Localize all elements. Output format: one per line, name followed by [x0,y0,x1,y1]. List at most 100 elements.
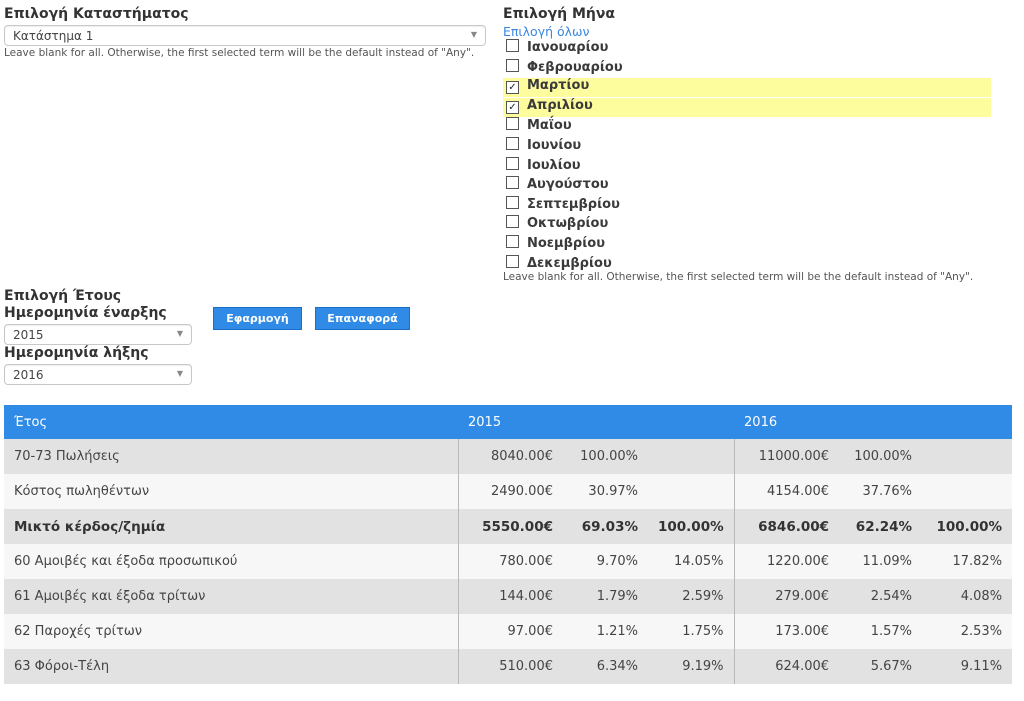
month-option-label: Μαρτίου [527,78,590,94]
month-option-label: Φεβρουαρίου [527,59,623,75]
pct-sales-2016: 2.54% [839,579,923,614]
end-date-label: Ημερομηνία λήξης [4,345,149,361]
month-option-label: Ιουλίου [527,157,581,173]
store-select[interactable]: Κατάστημα 1 ▼ [4,25,486,46]
table-row: 63 Φόροι-Τέλη 510.00€ 6.34% 9.19% 624.00€ 5.6… [4,649,1013,684]
checkbox-checked-icon[interactable]: ✓ [506,100,519,114]
month-option-label: Οκτωβρίου [527,216,609,232]
table-row: 60 Αμοιβές και έξοδα προσωπικού 780.00€ 9.… [4,544,1013,579]
month-option[interactable]: Νοεμβρίου [503,235,991,254]
row-label: 60 Αμοιβές και έξοδα προσωπικού [4,544,459,579]
checkbox-icon[interactable] [506,254,519,268]
amount-2015: 144.00€ [458,579,563,614]
pct-sales-2016: 37.76% [839,474,923,509]
month-label: Επιλογή Μήνα [503,6,615,22]
pct-sales-2016: 62.24% [839,509,923,544]
apply-button[interactable]: Εφαρμογή [213,307,302,330]
checkbox-icon[interactable] [506,58,519,72]
amount-2016: 11000.00€ [734,439,840,474]
select-all-link[interactable]: Επιλογή όλων [503,24,590,39]
col-header-2016: 2016 [734,405,1013,439]
pct-sales-2015: 100.00% [563,439,648,474]
month-option[interactable]: Οκτωβρίου [503,215,991,234]
amount-2016: 4154.00€ [734,474,840,509]
pct-margin-2015: 1.75% [648,614,735,649]
checkbox-icon[interactable] [506,39,519,52]
amount-2016: 624.00€ [734,649,840,684]
pct-margin-2016: 4.08% [922,579,1013,614]
pct-sales-2016: 11.09% [839,544,923,579]
pct-sales-2016: 5.67% [839,649,923,684]
start-year-value: 2015 [13,328,44,342]
month-option[interactable]: ✓ Μαρτίου [503,78,991,98]
month-option[interactable]: Ιουνίου [503,137,991,156]
checkbox-icon[interactable] [506,137,519,150]
amount-2016: 173.00€ [734,614,840,649]
amount-2016: 1220.00€ [734,544,840,579]
chevron-down-icon: ▼ [176,329,183,338]
checkbox-checked-icon[interactable]: ✓ [506,81,519,95]
pct-margin-2016 [922,439,1013,474]
chevron-down-icon: ▼ [470,30,477,39]
amount-2016: 279.00€ [734,579,840,614]
month-option[interactable]: Μαΐου [503,117,991,136]
col-header-year: Έτος [4,405,458,439]
row-label: 70-73 Πωλήσεις [4,439,459,474]
report-table: Έτος 2015 2016 70-73 Πωλήσεις 8040.00€ 100… [4,405,1013,684]
end-year-select[interactable]: 2016 ▼ [4,364,192,385]
pct-margin-2015: 100.00% [648,509,735,544]
store-hint: Leave blank for all. Otherwise, the firs… [4,47,475,59]
month-option-label: Απριλίου [527,97,593,113]
start-year-select[interactable]: 2015 ▼ [4,324,192,345]
pct-sales-2015: 69.03% [563,509,648,544]
pct-margin-2015 [648,474,735,509]
end-year-value: 2016 [13,368,44,382]
row-label: 62 Παροχές τρίτων [4,614,459,649]
month-option-label: Ιανουαρίου [527,40,609,55]
year-label: Επιλογή Έτους [4,288,122,304]
pct-margin-2015: 9.19% [648,649,735,684]
month-option-label: Μαΐου [527,118,572,134]
checkbox-icon[interactable] [506,156,519,170]
pct-sales-2015: 6.34% [563,649,648,684]
checkbox-icon[interactable] [506,235,519,248]
chevron-down-icon: ▼ [176,369,183,378]
row-label: Μικτό κέρδος/ζημία [4,509,459,544]
store-select-value: Κατάστημα 1 [13,29,94,43]
pct-margin-2016: 2.53% [922,614,1013,649]
month-option-label: Αυγούστου [527,177,609,193]
month-option-label: Σεπτεμβρίου [527,196,620,212]
month-option[interactable]: Σεπτεμβρίου [503,195,991,215]
reset-button[interactable]: Επαναφορά [315,307,410,330]
checkbox-icon[interactable] [506,195,519,209]
amount-2015: 2490.00€ [458,474,563,509]
pct-margin-2016: 17.82% [922,544,1013,579]
row-label: Κόστος πωληθέντων [4,474,459,509]
pct-margin-2015: 2.59% [648,579,735,614]
start-date-label: Ημερομηνία έναρξης [4,305,167,321]
pct-margin-2015: 14.05% [648,544,735,579]
month-option[interactable]: Ιανουαρίου [503,39,991,58]
table-header-row: Έτος 2015 2016 [4,405,1013,439]
checkbox-icon[interactable] [506,215,519,229]
pct-margin-2016: 9.11% [922,649,1013,684]
month-option[interactable]: Ιουλίου [503,156,991,176]
table-row: Μικτό κέρδος/ζημία 5550.00€ 69.03% 100.00% 6… [4,509,1013,544]
store-label: Επιλογή Καταστήματος [4,6,189,22]
month-option[interactable]: Αυγούστου [503,176,991,195]
table-row: 62 Παροχές τρίτων 97.00€ 1.21% 1.75% 173.00€… [4,614,1013,649]
table-row: Κόστος πωληθέντων 2490.00€ 30.97% 4154.00€ 3… [4,474,1013,509]
row-label: 63 Φόροι-Τέλη [4,649,459,684]
month-option[interactable]: ✓ Απριλίου [503,97,991,117]
pct-margin-2016 [922,474,1013,509]
amount-2015: 8040.00€ [458,439,563,474]
pct-sales-2015: 30.97% [563,474,648,509]
amount-2015: 780.00€ [458,544,563,579]
row-label: 61 Αμοιβές και έξοδα τρίτων [4,579,459,614]
checkbox-icon[interactable] [506,176,519,190]
pct-sales-2015: 1.21% [563,614,648,649]
month-option[interactable]: Φεβρουαρίου [503,58,991,78]
amount-2015: 97.00€ [458,614,563,649]
pct-sales-2015: 9.70% [563,544,648,579]
checkbox-icon[interactable] [506,117,519,131]
